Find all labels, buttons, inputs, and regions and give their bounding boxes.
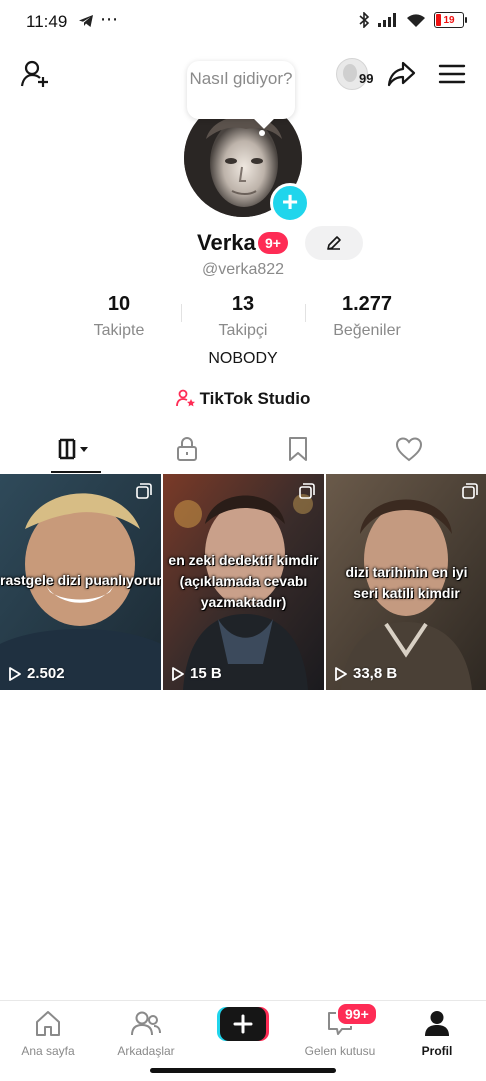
status-time: 11:49 [26,12,68,31]
pencil-icon [327,236,341,250]
caption-line: seri katili kimdir [353,585,460,601]
wifi-icon [407,13,425,27]
heart-icon [395,437,422,462]
video-caption: en zeki dedektif kimdir (açıklamada ceva… [163,550,324,613]
stat-value: 10 [107,293,131,315]
nav-label: Gelen kutusu [304,1044,376,1058]
video-thumbnail[interactable]: en zeki dedektif kimdir (açıklamada ceva… [163,474,324,690]
share-icon[interactable] [386,59,416,89]
stat-value: 1.277 [341,293,393,315]
more-notifications-icon: ⋯ [100,9,119,29]
nav-label: Arkadaşlar [117,1044,175,1058]
tab-liked[interactable] [348,424,469,474]
signal-icon [378,13,396,27]
view-count-value: 2.502 [27,665,65,682]
add-story-button[interactable]: + [270,183,310,223]
caption-line: (açıklamada cevabı [179,573,308,589]
tab-private[interactable] [126,424,247,474]
bookmark-icon [288,437,307,461]
create-button[interactable] [217,1007,269,1041]
active-tab-indicator [51,471,101,473]
edit-profile-button[interactable] [305,226,363,260]
video-grid: rastgele dizi puanlıyorum 2.502 en zeki … [0,474,486,690]
friends-count: 99 [359,71,374,86]
caption-line: dizi tarihinin en iyi [345,564,468,580]
nav-label: Ana sayfa [21,1044,75,1058]
inbox-badge: 99+ [336,1002,378,1026]
play-icon [9,666,21,681]
caption-line: en zeki dedektif kimdir [168,552,319,568]
profile-icon [425,1011,449,1036]
video-thumbnail[interactable]: dizi tarihinin en iyi seri katili kimdir… [326,474,486,690]
video-caption: rastgele dizi puanlıyorum [0,570,161,591]
add-friend-icon[interactable] [20,59,50,89]
studio-label: TikTok Studio [199,389,311,408]
view-count: 2.502 [8,665,65,682]
menu-icon[interactable] [437,59,467,89]
view-count-value: 33,8 B [353,665,398,682]
stat-following[interactable]: 10 Takipte [49,293,189,340]
plus-icon [233,1014,253,1034]
play-icon [335,666,347,681]
nav-home[interactable]: Ana sayfa [0,1009,96,1058]
profile-tabs [0,424,486,474]
view-count: 33,8 B [334,665,397,682]
tab-saved[interactable] [237,424,358,474]
play-icon [172,666,184,681]
studio-icon [175,389,195,407]
profile-name: Verka [197,230,256,255]
stat-followers[interactable]: 13 Takipçi [173,293,313,340]
multi-image-icon [299,483,315,499]
nav-friends[interactable]: Arkadaşlar [98,1009,194,1058]
friends-icon [131,1011,161,1036]
status-bar: 11:49 ⋯ 19 [0,0,486,44]
multi-image-icon [136,483,152,499]
nav-label: Profil [421,1044,453,1058]
bluetooth-icon [359,12,370,28]
status-bubble[interactable]: Nasıl gidiyor? [187,61,295,119]
video-caption: dizi tarihinin en iyi seri katili kimdir [326,562,486,604]
lock-icon [176,437,197,461]
telegram-icon [79,15,93,27]
tab-videos[interactable] [15,424,136,474]
tiktok-studio-link[interactable]: TikTok Studio [0,389,486,409]
friends-avatar-stack[interactable]: 99 [336,58,380,90]
home-indicator[interactable] [150,1068,336,1073]
stat-value: 13 [231,293,255,315]
view-count-value: 15 B [190,665,222,682]
stat-label: Takipte [93,322,145,339]
battery-icon: 19 [434,12,467,28]
profile-handle: @verka822 [201,261,285,278]
stat-label: Takipçi [218,322,268,339]
grid-icon [58,438,88,460]
multi-image-icon [462,483,478,499]
home-icon [36,1011,60,1036]
name-badge: 9+ [258,232,288,254]
nav-profile[interactable]: Profil [389,1009,485,1058]
battery-level: 19 [443,14,455,26]
stat-likes[interactable]: 1.277 Beğeniler [297,293,437,340]
stat-label: Beğeniler [333,322,401,339]
video-thumbnail[interactable]: rastgele dizi puanlıyorum 2.502 [0,474,161,690]
view-count: 15 B [171,665,222,682]
status-right: 19 [358,12,467,28]
profile-bio: NOBODY [208,350,278,367]
caption-line: rastgele dizi puanlıyorum [0,572,161,588]
caption-line: yazmaktadır) [200,594,287,610]
